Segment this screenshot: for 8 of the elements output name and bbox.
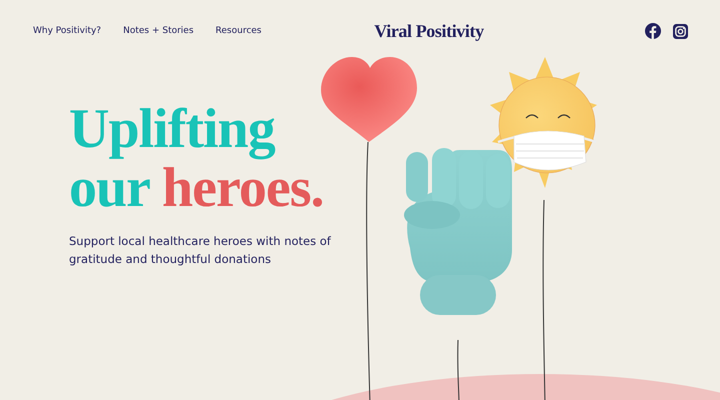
facebook-icon[interactable] bbox=[644, 23, 661, 39]
subtitle: Support local healthcare heroes with notes of gratitude and thoughtful donations bbox=[69, 232, 332, 268]
nav-link[interactable]: Resources bbox=[216, 26, 262, 36]
nav-link[interactable]: Why Positivity? bbox=[33, 26, 102, 36]
logo[interactable]: Viral Positivity bbox=[374, 20, 484, 42]
nav-link[interactable]: Notes + Stories bbox=[123, 26, 194, 36]
headline: Uplifting our heroes. bbox=[69, 97, 324, 221]
instagram-icon[interactable] bbox=[672, 24, 688, 38]
